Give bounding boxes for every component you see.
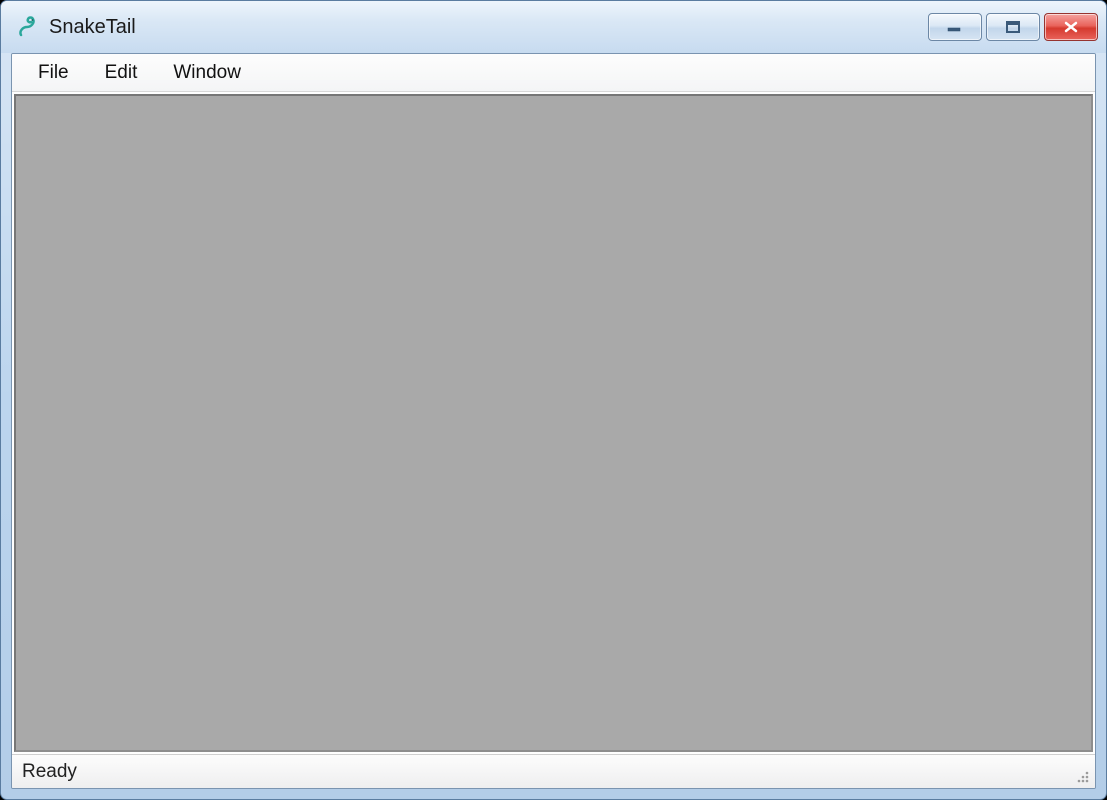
window-controls — [928, 13, 1098, 41]
titlebar[interactable]: SnakeTail — [1, 1, 1106, 53]
menu-file[interactable]: File — [20, 54, 87, 91]
menu-edit[interactable]: Edit — [87, 54, 156, 91]
maximize-icon — [1005, 20, 1021, 34]
minimize-button[interactable] — [928, 13, 982, 41]
app-icon — [15, 15, 39, 39]
close-button[interactable] — [1044, 13, 1098, 41]
maximize-button[interactable] — [986, 13, 1040, 41]
resize-grip-icon[interactable] — [1073, 767, 1091, 785]
close-icon — [1063, 20, 1079, 34]
minimize-icon — [947, 21, 963, 33]
status-text: Ready — [22, 761, 77, 783]
menu-window[interactable]: Window — [155, 54, 259, 91]
statusbar: Ready — [12, 754, 1095, 788]
menubar: File Edit Window — [12, 54, 1095, 92]
app-window: SnakeTail File Edit Window — [0, 0, 1107, 800]
app-title: SnakeTail — [49, 16, 928, 39]
mdi-client-area — [14, 94, 1093, 752]
window-client: File Edit Window Ready — [11, 53, 1096, 789]
